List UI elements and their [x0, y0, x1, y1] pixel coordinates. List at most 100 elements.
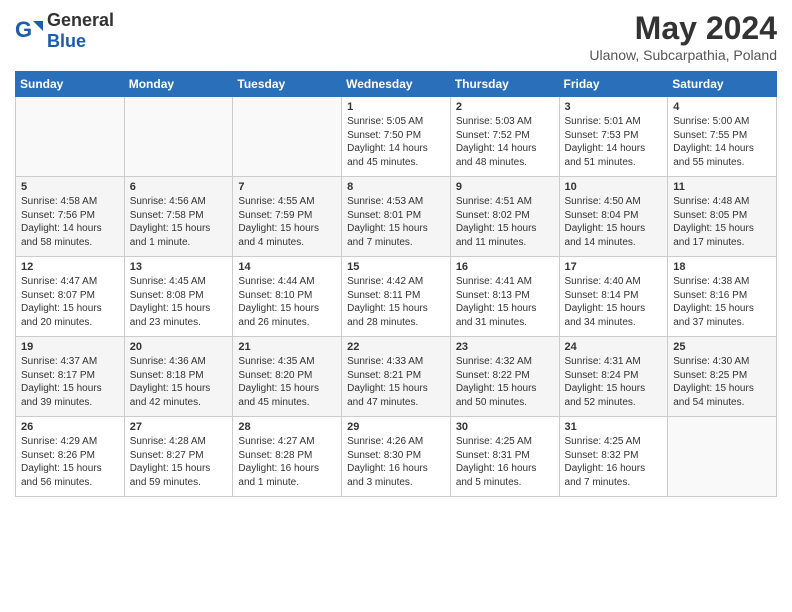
calendar-cell: 31 Sunrise: 4:25 AMSunset: 8:32 PMDayligh…: [559, 417, 668, 497]
day-info: Sunrise: 4:38 AMSunset: 8:16 PMDaylight:…: [673, 275, 771, 329]
day-info: Sunrise: 4:28 AMSunset: 8:27 PMDaylight:…: [130, 435, 228, 489]
day-number: 13: [130, 261, 228, 273]
weekday-header-row: SundayMondayTuesdayWednesdayThursdayFrid…: [16, 72, 777, 97]
day-number: 20: [130, 341, 228, 353]
calendar-cell: 1 Sunrise: 5:05 AMSunset: 7:50 PMDaylight…: [342, 97, 451, 177]
day-info: Sunrise: 4:37 AMSunset: 8:17 PMDaylight:…: [21, 355, 119, 409]
calendar-cell: 16Sunrise: 4:41 AMSunset: 8:13 PMDayligh…: [450, 257, 559, 337]
day-info: Sunrise: 4:26 AMSunset: 8:30 PMDaylight:…: [347, 435, 445, 489]
day-number: 17: [565, 261, 663, 273]
day-number: 31: [565, 421, 663, 433]
day-info: Sunrise: 4:41 AMSunset: 8:13 PMDaylight:…: [456, 275, 554, 329]
day-info: Sunrise: 4:45 AMSunset: 8:08 PMDaylight:…: [130, 275, 228, 329]
calendar-cell: 3 Sunrise: 5:01 AMSunset: 7:53 PMDaylight…: [559, 97, 668, 177]
weekday-header-sunday: Sunday: [16, 72, 125, 97]
day-number: 10: [565, 181, 663, 193]
day-number: 9: [456, 181, 554, 193]
day-number: 26: [21, 421, 119, 433]
day-info: Sunrise: 4:56 AMSunset: 7:58 PMDaylight:…: [130, 195, 228, 249]
day-info: Sunrise: 4:30 AMSunset: 8:25 PMDaylight:…: [673, 355, 771, 409]
calendar-cell: 15Sunrise: 4:42 AMSunset: 8:11 PMDayligh…: [342, 257, 451, 337]
calendar-cell: 26 Sunrise: 4:29 AMSunset: 8:26 PMDayligh…: [16, 417, 125, 497]
day-number: 27: [130, 421, 228, 433]
day-info: Sunrise: 4:27 AMSunset: 8:28 PMDaylight:…: [238, 435, 336, 489]
day-info: Sunrise: 4:25 AMSunset: 8:31 PMDaylight:…: [456, 435, 554, 489]
day-number: 23: [456, 341, 554, 353]
calendar-cell: 28Sunrise: 4:27 AMSunset: 8:28 PMDayligh…: [233, 417, 342, 497]
logo-text: General Blue: [47, 10, 114, 52]
day-info: Sunrise: 4:32 AMSunset: 8:22 PMDaylight:…: [456, 355, 554, 409]
day-info: Sunrise: 5:00 AMSunset: 7:55 PMDaylight:…: [673, 115, 771, 169]
logo-blue: Blue: [47, 31, 86, 51]
page-header: G General Blue May 2024 Ulanow, Subcarpa…: [15, 10, 777, 63]
calendar-cell: 19Sunrise: 4:37 AMSunset: 8:17 PMDayligh…: [16, 337, 125, 417]
day-info: Sunrise: 4:33 AMSunset: 8:21 PMDaylight:…: [347, 355, 445, 409]
day-info: Sunrise: 4:53 AMSunset: 8:01 PMDaylight:…: [347, 195, 445, 249]
calendar-cell: 29 Sunrise: 4:26 AMSunset: 8:30 PMDayligh…: [342, 417, 451, 497]
day-info: Sunrise: 4:29 AMSunset: 8:26 PMDaylight:…: [21, 435, 119, 489]
logo-icon: G: [15, 17, 43, 45]
calendar-cell: 24Sunrise: 4:31 AMSunset: 8:24 PMDayligh…: [559, 337, 668, 417]
calendar-cell: 27 Sunrise: 4:28 AMSunset: 8:27 PMDayligh…: [124, 417, 233, 497]
day-info: Sunrise: 5:03 AMSunset: 7:52 PMDaylight:…: [456, 115, 554, 169]
day-info: Sunrise: 4:51 AMSunset: 8:02 PMDaylight:…: [456, 195, 554, 249]
day-number: 25: [673, 341, 771, 353]
calendar-cell: 23 Sunrise: 4:32 AMSunset: 8:22 PMDayligh…: [450, 337, 559, 417]
weekday-header-saturday: Saturday: [668, 72, 777, 97]
calendar-cell: 21Sunrise: 4:35 AMSunset: 8:20 PMDayligh…: [233, 337, 342, 417]
week-row-5: 26 Sunrise: 4:29 AMSunset: 8:26 PMDayligh…: [16, 417, 777, 497]
calendar-cell: 11Sunrise: 4:48 AMSunset: 8:05 PMDayligh…: [668, 177, 777, 257]
calendar-table: SundayMondayTuesdayWednesdayThursdayFrid…: [15, 71, 777, 497]
weekday-header-thursday: Thursday: [450, 72, 559, 97]
day-number: 22: [347, 341, 445, 353]
calendar-cell: 30 Sunrise: 4:25 AMSunset: 8:31 PMDayligh…: [450, 417, 559, 497]
calendar-cell: 13 Sunrise: 4:45 AMSunset: 8:08 PMDayligh…: [124, 257, 233, 337]
calendar-cell: 18Sunrise: 4:38 AMSunset: 8:16 PMDayligh…: [668, 257, 777, 337]
calendar-cell: [16, 97, 125, 177]
weekday-header-wednesday: Wednesday: [342, 72, 451, 97]
day-info: Sunrise: 4:47 AMSunset: 8:07 PMDaylight:…: [21, 275, 119, 329]
week-row-1: 1 Sunrise: 5:05 AMSunset: 7:50 PMDaylight…: [16, 97, 777, 177]
day-info: Sunrise: 4:44 AMSunset: 8:10 PMDaylight:…: [238, 275, 336, 329]
calendar-cell: 7Sunrise: 4:55 AMSunset: 7:59 PMDaylight…: [233, 177, 342, 257]
day-number: 30: [456, 421, 554, 433]
day-number: 8: [347, 181, 445, 193]
logo: G General Blue: [15, 10, 114, 52]
calendar-cell: 17 Sunrise: 4:40 AMSunset: 8:14 PMDayligh…: [559, 257, 668, 337]
calendar-cell: [124, 97, 233, 177]
weekday-header-friday: Friday: [559, 72, 668, 97]
day-info: Sunrise: 4:35 AMSunset: 8:20 PMDaylight:…: [238, 355, 336, 409]
day-number: 24: [565, 341, 663, 353]
day-number: 2: [456, 101, 554, 113]
day-info: Sunrise: 4:50 AMSunset: 8:04 PMDaylight:…: [565, 195, 663, 249]
week-row-3: 12 Sunrise: 4:47 AMSunset: 8:07 PMDayligh…: [16, 257, 777, 337]
day-info: Sunrise: 4:40 AMSunset: 8:14 PMDaylight:…: [565, 275, 663, 329]
calendar-cell: 20 Sunrise: 4:36 AMSunset: 8:18 PMDayligh…: [124, 337, 233, 417]
day-info: Sunrise: 4:58 AMSunset: 7:56 PMDaylight:…: [21, 195, 119, 249]
location-subtitle: Ulanow, Subcarpathia, Poland: [589, 47, 777, 63]
day-number: 4: [673, 101, 771, 113]
day-number: 5: [21, 181, 119, 193]
day-number: 14: [238, 261, 336, 273]
day-number: 3: [565, 101, 663, 113]
weekday-header-tuesday: Tuesday: [233, 72, 342, 97]
calendar-cell: 2 Sunrise: 5:03 AMSunset: 7:52 PMDaylight…: [450, 97, 559, 177]
day-info: Sunrise: 5:01 AMSunset: 7:53 PMDaylight:…: [565, 115, 663, 169]
week-row-2: 5 Sunrise: 4:58 AMSunset: 7:56 PMDaylight…: [16, 177, 777, 257]
month-title: May 2024: [589, 10, 777, 47]
calendar-cell: 9 Sunrise: 4:51 AMSunset: 8:02 PMDaylight…: [450, 177, 559, 257]
day-info: Sunrise: 4:25 AMSunset: 8:32 PMDaylight:…: [565, 435, 663, 489]
day-info: Sunrise: 4:48 AMSunset: 8:05 PMDaylight:…: [673, 195, 771, 249]
day-number: 29: [347, 421, 445, 433]
week-row-4: 19Sunrise: 4:37 AMSunset: 8:17 PMDayligh…: [16, 337, 777, 417]
day-info: Sunrise: 5:05 AMSunset: 7:50 PMDaylight:…: [347, 115, 445, 169]
day-number: 12: [21, 261, 119, 273]
calendar-cell: 22 Sunrise: 4:33 AMSunset: 8:21 PMDayligh…: [342, 337, 451, 417]
day-number: 1: [347, 101, 445, 113]
calendar-cell: 8 Sunrise: 4:53 AMSunset: 8:01 PMDaylight…: [342, 177, 451, 257]
day-number: 6: [130, 181, 228, 193]
calendar-cell: 6 Sunrise: 4:56 AMSunset: 7:58 PMDaylight…: [124, 177, 233, 257]
logo-general: General: [47, 10, 114, 30]
calendar-cell: [233, 97, 342, 177]
day-info: Sunrise: 4:36 AMSunset: 8:18 PMDaylight:…: [130, 355, 228, 409]
